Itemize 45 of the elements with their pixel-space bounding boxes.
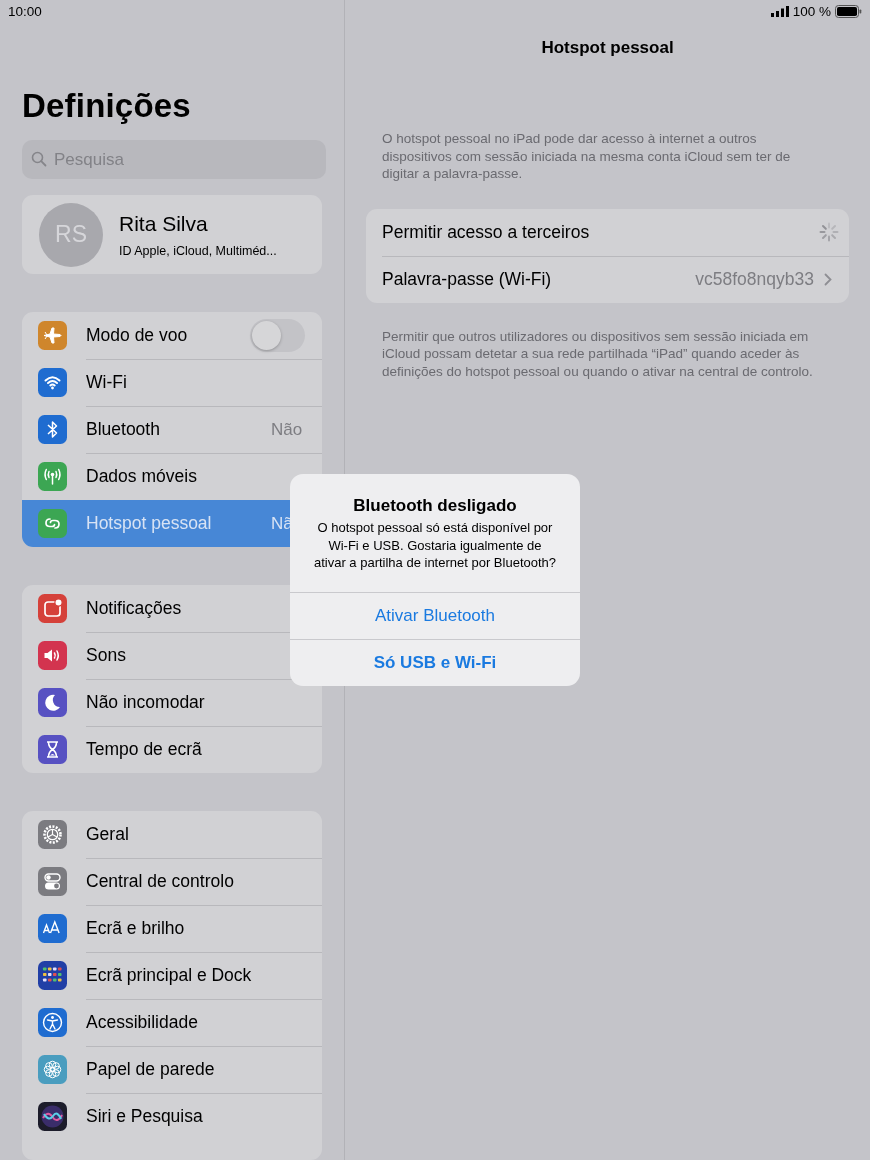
row-label: Permitir acesso a terceiros [382, 221, 591, 243]
item-label: Dados móveis [86, 466, 198, 487]
item-label: Geral [86, 824, 130, 845]
battery-percent: 100 % [792, 3, 831, 19]
settings-row[interactable]: Permitir acesso a terceiros [366, 208, 849, 256]
item-label: Sons [86, 645, 127, 666]
page-title: Hotspot pessoal [540, 38, 675, 58]
status-time: 10:00 [8, 3, 42, 19]
item-label: Bluetooth [86, 419, 161, 440]
settings-item[interactable]: Dados móveis [22, 453, 322, 500]
settings-item[interactable]: Geral [22, 811, 322, 858]
item-label: Ecrã principal e Dock [86, 965, 253, 986]
alert-button[interactable]: Só USB e Wi-Fi [290, 638, 580, 686]
item-label: Ecrã e brilho [86, 918, 186, 939]
item-label: Wi-Fi [86, 372, 128, 393]
profile-name: Rita Silva [119, 211, 209, 236]
footer-text: Permitir que outros utilizadores ou dispositivos sem sessão iniciada em iCloud possam detetar a sua rede partilhada “iPad” quando aceder às definições do hotspot pessoal ou quando o ativar na central de controlo. [381, 327, 814, 380]
row-label: Palavra-passe (Wi-Fi) [382, 268, 553, 290]
item-label: Modo de voo [86, 325, 189, 346]
settings-item[interactable]: Papel de parede [22, 1046, 322, 1093]
alert-title: Bluetooth desligado [353, 496, 517, 516]
item-label: Tempo de ecrã [86, 739, 203, 760]
settings-item[interactable]: Bluetooth Não [22, 406, 322, 453]
item-value: Não [271, 419, 304, 440]
settings-item[interactable]: Ecrã principal e Dock [22, 952, 322, 999]
password-value: vc58fo8nqyb33 [695, 268, 814, 290]
alert-button[interactable]: Ativar Bluetooth [290, 591, 580, 639]
item-label: Acessibilidade [86, 1012, 199, 1033]
settings-item[interactable]: Ecrã e brilho [22, 905, 322, 952]
item-label: Papel de parede [86, 1059, 216, 1080]
item-label: Não incomodar [86, 692, 206, 713]
item-label: Notificações [86, 598, 183, 619]
settings-item[interactable]: Acessibilidade [22, 999, 322, 1046]
settings-item[interactable]: Wi-Fi [22, 359, 322, 406]
item-label: Central de controlo [86, 871, 235, 892]
settings-item[interactable]: Central de controlo [22, 858, 322, 905]
settings-row[interactable]: Palavra-passe (Wi-Fi) vc58fo8nqyb33 [366, 255, 849, 303]
profile-subtitle: ID Apple, iCloud, Multiméd... [119, 243, 277, 258]
settings-item[interactable]: Siri e Pesquisa [22, 1093, 322, 1140]
settings-title: Definições [22, 86, 192, 126]
settings-item[interactable]: Tempo de ecrã [22, 726, 322, 773]
description-text: O hotspot pessoal no iPad pode dar acesso à internet a outros dispositivos com sessão iniciada na mesma conta iCloud sem ter de digitar a palavra-passe. [381, 130, 792, 183]
item-label: Siri e Pesquisa [86, 1106, 204, 1127]
item-label: Hotspot pessoal [86, 513, 213, 534]
settings-item[interactable]: Modo de voo [22, 312, 322, 359]
